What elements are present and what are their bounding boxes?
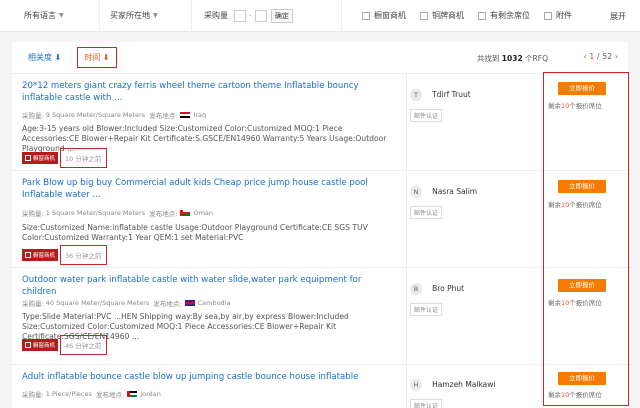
checkbox-showcase[interactable]: 橱窗商机 (362, 10, 406, 21)
buyer-info: N Nasra Salim 邮件认证 (410, 181, 477, 219)
checkbox-attachment[interactable]: 附件 (544, 10, 572, 21)
language-select-label: 所有语言 (24, 11, 56, 20)
rfq-meta: 采购量: 40 Square Meter/Square Meters 发布地点:… (22, 299, 231, 308)
buyer-info: H Hamzeh Malkawi 邮件认证 (410, 374, 496, 408)
avatar: N (410, 185, 422, 198)
checkbox-label: 铜牌商机 (432, 11, 464, 20)
quantity-label: 采购量 (204, 11, 228, 20)
chevron-down-icon: ▼ (153, 12, 158, 19)
pagination: ‹ 1 / 52 › (583, 52, 618, 61)
avatar: H (410, 378, 422, 391)
expand-filters-button[interactable]: 展开 (610, 11, 626, 22)
rfq-item: 20*12 meters giant crazy ferris wheel th… (12, 74, 628, 171)
rfq-title-link[interactable]: Outdoor water park inflatable castle wit… (22, 274, 382, 298)
checkbox-icon (478, 11, 486, 20)
current-page: 1 (589, 52, 595, 61)
rfq-description: Size:Customized Name:inflatable castle U… (22, 223, 368, 242)
avatar: B (410, 282, 422, 295)
remaining-seats: 剩余10个报价席位 (548, 102, 602, 110)
flag-oman-icon (180, 210, 191, 216)
buyer-name: Nasra Salim (432, 187, 478, 196)
checkbox-label: 橱窗商机 (374, 11, 406, 20)
email-verified-badge: 邮件认证 (410, 109, 443, 122)
sort-bar: 相关度 ⬇ 时间 ⬇ 共找到 1032 个RFQ ‹ 1 / 52 › (12, 42, 628, 74)
showcase-badge: 橱窗商机 (22, 152, 59, 164)
buyer-name: Hamzeh Malkawi (432, 380, 496, 389)
buyer-info: B Bro Phut 邮件认证 (410, 278, 464, 316)
column-divider (406, 74, 407, 408)
checkbox-label: 有剩余席位 (490, 11, 530, 20)
language-select[interactable]: 所有语言 ▼ (0, 0, 100, 32)
quantity-min-input[interactable] (234, 9, 246, 22)
results-count: 共找到 1032 个RFQ (476, 54, 548, 63)
checkbox-icon (420, 11, 428, 20)
showcase-badge: 橱窗商机 (22, 339, 59, 351)
quote-now-button[interactable]: 立即报价 (558, 180, 606, 193)
email-verified-badge: 邮件认证 (410, 303, 443, 316)
quote-now-button[interactable]: 立即报价 (558, 279, 606, 292)
posted-time: 36 分钟之前 (60, 245, 108, 265)
checkbox-icon (362, 11, 370, 20)
rfq-page: 所有语言 ▼ 买家所在地 ▼ 采购量 - 确定 橱窗商机 铜牌商机 有剩余席位 (0, 0, 640, 408)
posted-time: 10 分钟之前 (60, 148, 108, 168)
checkbox-icon (544, 11, 552, 20)
location-select-label: 买家所在地 (110, 11, 150, 20)
quantity-filter: 采购量 - 确定 (192, 0, 342, 32)
rfq-title-link[interactable]: 20*12 meters giant crazy ferris wheel th… (22, 80, 382, 104)
filter-bar: 所有语言 ▼ 买家所在地 ▼ 采购量 - 确定 橱窗商机 铜牌商机 有剩余席位 (0, 0, 640, 32)
badge-icon (25, 155, 31, 161)
sort-relevance-button[interactable]: 相关度 ⬇ (28, 52, 61, 63)
confirm-button[interactable]: 确定 (270, 8, 293, 23)
rfq-item: Adult inflatable bounce castle blow up j… (12, 365, 628, 408)
chevron-down-icon: ▼ (59, 12, 64, 19)
flag-jordan-icon (127, 391, 138, 397)
total-pages: / 52 (596, 52, 613, 61)
remaining-seats: 剩余10个报价席位 (548, 299, 602, 307)
next-page-icon[interactable]: › (615, 52, 618, 61)
buyer-name: Bro Phut (432, 284, 465, 293)
quantity-max-input[interactable] (254, 9, 267, 22)
flag-cambodia-icon (184, 300, 195, 306)
rfq-badges: 橱窗商机 10 分钟之前 (22, 148, 108, 168)
remaining-seats: 剩余10个报价席位 (548, 201, 602, 209)
posted-time: 46 分钟之前 (60, 335, 108, 355)
rfq-title-link[interactable]: Adult inflatable bounce castle blow up j… (22, 371, 382, 383)
location-select[interactable]: 买家所在地 ▼ (100, 0, 192, 32)
rfq-title-link[interactable]: Park Blow up big buy Commercial adult ki… (22, 177, 382, 201)
rfq-meta: 采购量: 1 Piece/Pieces 发布地点: Jordan (22, 390, 161, 399)
quote-now-button[interactable]: 立即报价 (558, 372, 606, 385)
showcase-badge: 橱窗商机 (22, 249, 59, 261)
buyer-info: T Tdirf Truut 邮件认证 (410, 84, 471, 122)
rfq-meta: 采购量: 9 Square Meter/Square Meters 发布地点: … (22, 111, 207, 120)
email-verified-badge: 邮件认证 (410, 399, 443, 408)
rfq-meta: 采购量: 1 Square Meter/Square Meters 发布地点: … (22, 209, 214, 218)
rfq-badges: 橱窗商机 46 分钟之前 (22, 335, 108, 355)
rfq-badges: 橱窗商机 36 分钟之前 (22, 245, 108, 265)
rfq-item: Outdoor water park inflatable castle wit… (12, 268, 628, 365)
checkbox-remaining-seats[interactable]: 有剩余席位 (478, 10, 530, 21)
quote-now-button[interactable]: 立即报价 (558, 82, 606, 95)
avatar: T (410, 88, 422, 101)
prev-page-icon[interactable]: ‹ (583, 52, 586, 61)
badge-icon (25, 342, 31, 348)
flag-iraq-icon (180, 112, 191, 118)
buyer-name: Tdirf Truut (432, 90, 471, 99)
badge-icon (25, 252, 31, 258)
checkbox-bronze[interactable]: 铜牌商机 (420, 10, 464, 21)
checkbox-label: 附件 (556, 11, 572, 20)
rfq-item: Park Blow up big buy Commercial adult ki… (12, 171, 628, 268)
email-verified-badge: 邮件认证 (410, 206, 443, 219)
quantity-dash: - (249, 11, 252, 20)
sort-time-button[interactable]: 时间 ⬇ (77, 47, 117, 68)
results-panel: 相关度 ⬇ 时间 ⬇ 共找到 1032 个RFQ ‹ 1 / 52 › 20*1… (12, 42, 628, 408)
remaining-seats: 剩余10个报价席位 (548, 391, 602, 399)
